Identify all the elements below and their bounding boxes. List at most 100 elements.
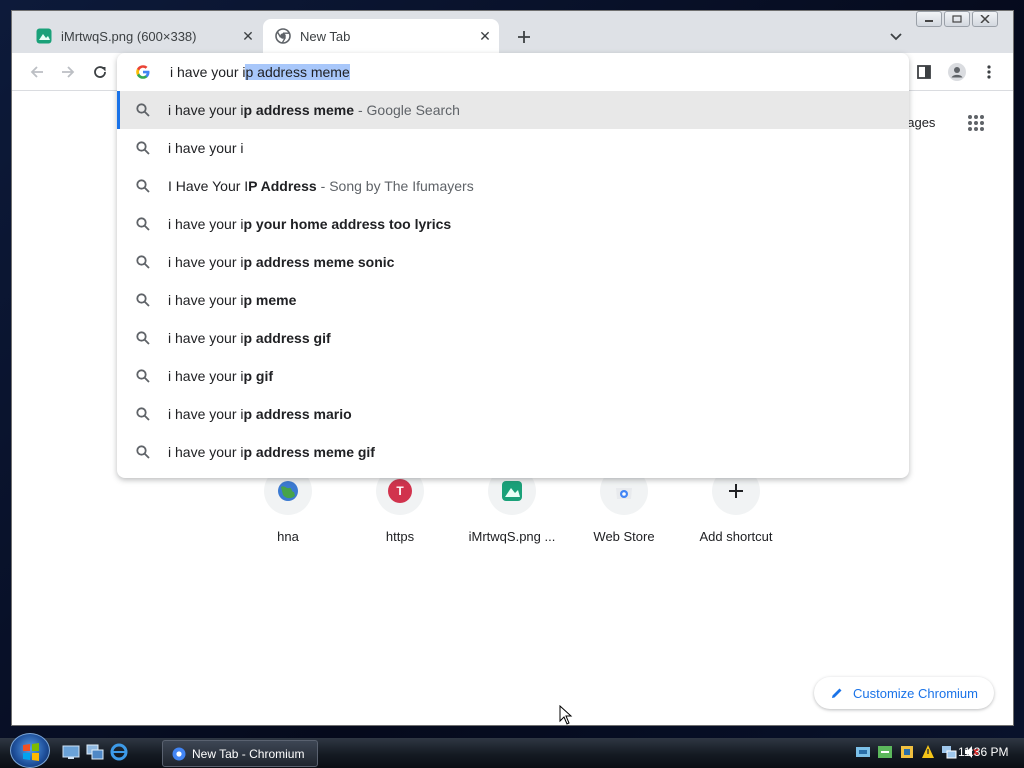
suggestion-plain-text: i have your i xyxy=(168,254,244,270)
suggestion-bold-text: p address gif xyxy=(243,330,331,346)
profile-button[interactable] xyxy=(945,60,969,84)
shortcut-tile[interactable]: Web Store xyxy=(568,467,680,544)
suggestion-plain-text: i have your i xyxy=(168,102,244,118)
typed-text: i have your i xyxy=(170,64,246,80)
internet-explorer-icon[interactable] xyxy=(110,743,128,761)
suggestion-description: - Song by The Ifumayers xyxy=(320,178,474,194)
maximize-button[interactable] xyxy=(944,11,970,27)
switch-windows-icon[interactable] xyxy=(86,743,104,761)
suggestion-plain-text: i have your i xyxy=(168,406,244,422)
suggestion-bold-text: p address meme xyxy=(243,102,354,118)
suggestion-bold-text: P Address xyxy=(248,178,317,194)
close-tab-icon[interactable]: ✕ xyxy=(475,26,495,46)
shortcut-tile[interactable]: iMrtwqS.png ... xyxy=(456,467,568,544)
suggestion-row[interactable]: i have your ip address meme gif xyxy=(117,433,909,471)
pencil-icon xyxy=(832,688,842,698)
chromium-icon xyxy=(172,747,186,760)
forward-button[interactable] xyxy=(56,60,80,84)
tab-title: New Tab xyxy=(300,28,351,44)
profile-avatar-icon xyxy=(948,63,966,81)
suggestion-row[interactable]: i have your ip address meme - Google Sear… xyxy=(117,91,909,129)
quick-launch xyxy=(62,743,128,761)
taskbar-button-chromium[interactable]: New Tab - Chromium xyxy=(162,740,318,767)
plus-icon xyxy=(729,484,743,498)
suggestion-row[interactable]: i have your ip gif xyxy=(117,357,909,395)
suggestion-plain-text: i have your i xyxy=(168,330,244,346)
restore-icon xyxy=(952,15,962,23)
shortcut-tile[interactable]: hna xyxy=(232,467,344,544)
address-text: i have your ip address meme xyxy=(170,64,350,80)
suggestion-bold-text: p address meme sonic xyxy=(243,254,395,270)
side-panel-icon xyxy=(917,65,931,79)
letter-t-icon: T xyxy=(388,479,412,503)
shortcut-tile[interactable]: T https xyxy=(344,467,456,544)
close-window-button[interactable] xyxy=(972,11,998,27)
suggestion-row[interactable]: i have your ip address meme sonic xyxy=(117,243,909,281)
suggestion-bold-text: p address meme gif xyxy=(243,444,375,460)
mouse-cursor-icon xyxy=(559,705,573,725)
suggestion-row[interactable]: i have your ip meme xyxy=(117,281,909,319)
customize-label: Customize Chromium xyxy=(853,685,978,701)
close-icon xyxy=(980,15,990,23)
taskbar-button-label: New Tab - Chromium xyxy=(192,746,305,761)
suggestion-row[interactable]: i have your i xyxy=(117,129,909,167)
suggestion-plain-text: i have your i xyxy=(168,368,244,384)
search-icon xyxy=(136,331,150,345)
google-g-icon xyxy=(136,65,150,79)
suggestion-bold-text: p meme xyxy=(243,292,297,308)
show-desktop-icon[interactable] xyxy=(62,743,80,761)
omnibox-dropdown: i have your ip address meme i have your … xyxy=(117,53,909,478)
suggestion-bold-text: p address mario xyxy=(243,406,352,422)
forward-arrow-icon xyxy=(62,66,75,78)
more-vert-icon xyxy=(987,65,991,79)
security-warning-icon[interactable] xyxy=(921,744,935,760)
add-shortcut-tile[interactable]: Add shortcut xyxy=(680,467,792,544)
suggestion-plain-text: I Have Your I xyxy=(168,178,249,194)
plus-icon xyxy=(518,31,530,43)
side-panel-button[interactable] xyxy=(912,60,936,84)
shortcut-label: hna xyxy=(277,529,299,544)
tray-app-icon[interactable] xyxy=(877,744,893,760)
start-button[interactable] xyxy=(10,733,50,768)
suggestion-row[interactable]: i have your ip address mario xyxy=(117,395,909,433)
search-icon xyxy=(136,293,150,307)
back-button[interactable] xyxy=(25,60,49,84)
new-tab-button[interactable] xyxy=(512,25,536,49)
minimize-button[interactable] xyxy=(916,11,942,27)
search-icon xyxy=(136,407,150,421)
search-icon xyxy=(136,369,150,383)
reload-button[interactable] xyxy=(88,60,112,84)
apps-grid-icon[interactable] xyxy=(967,114,985,132)
web-store-icon xyxy=(616,488,632,499)
search-icon xyxy=(136,445,150,459)
suggestion-row[interactable]: I Have Your IP Address - Song by The Ifum… xyxy=(117,167,909,205)
suggestion-plain-text: i have your i xyxy=(168,444,244,460)
reload-icon xyxy=(94,66,106,78)
back-arrow-icon xyxy=(30,66,43,78)
tray-app-icon[interactable] xyxy=(899,744,915,760)
tab-new-tab[interactable]: New Tab ✕ xyxy=(263,19,499,53)
suggestion-row[interactable]: i have your ip address gif xyxy=(117,319,909,357)
network-icon[interactable] xyxy=(941,744,957,760)
suggestion-row[interactable]: i have your ip your home address too lyr… xyxy=(117,205,909,243)
shortcut-label: Add shortcut xyxy=(699,529,773,544)
tab-search-button[interactable] xyxy=(884,25,908,49)
shortcut-label: iMrtwqS.png ... xyxy=(468,529,556,544)
tab-title: iMrtwqS.png (600×338) xyxy=(61,28,197,44)
taskbar-clock: 11:36 PM xyxy=(958,745,1009,759)
tray-app-icon[interactable] xyxy=(855,744,871,760)
tab-image[interactable]: iMrtwqS.png (600×338) ✕ xyxy=(12,19,262,53)
chevron-down-icon xyxy=(890,33,902,41)
image-app-icon xyxy=(502,481,522,501)
customize-chromium-button[interactable]: Customize Chromium xyxy=(814,677,994,709)
browser-window: iMrtwqS.png (600×338) ✕ New Tab ✕ nages … xyxy=(11,10,1014,726)
menu-button[interactable] xyxy=(977,60,1001,84)
suggestion-bold-text: p your home address too lyrics xyxy=(243,216,452,232)
close-tab-icon[interactable]: ✕ xyxy=(238,26,258,46)
suggestion-plain-text: i have your i xyxy=(168,140,244,156)
address-bar[interactable]: i have your ip address meme xyxy=(117,53,909,91)
search-icon xyxy=(136,141,150,155)
search-icon xyxy=(136,217,150,231)
shortcut-label: https xyxy=(385,529,415,544)
tab-strip: iMrtwqS.png (600×338) ✕ New Tab ✕ xyxy=(12,11,1013,53)
